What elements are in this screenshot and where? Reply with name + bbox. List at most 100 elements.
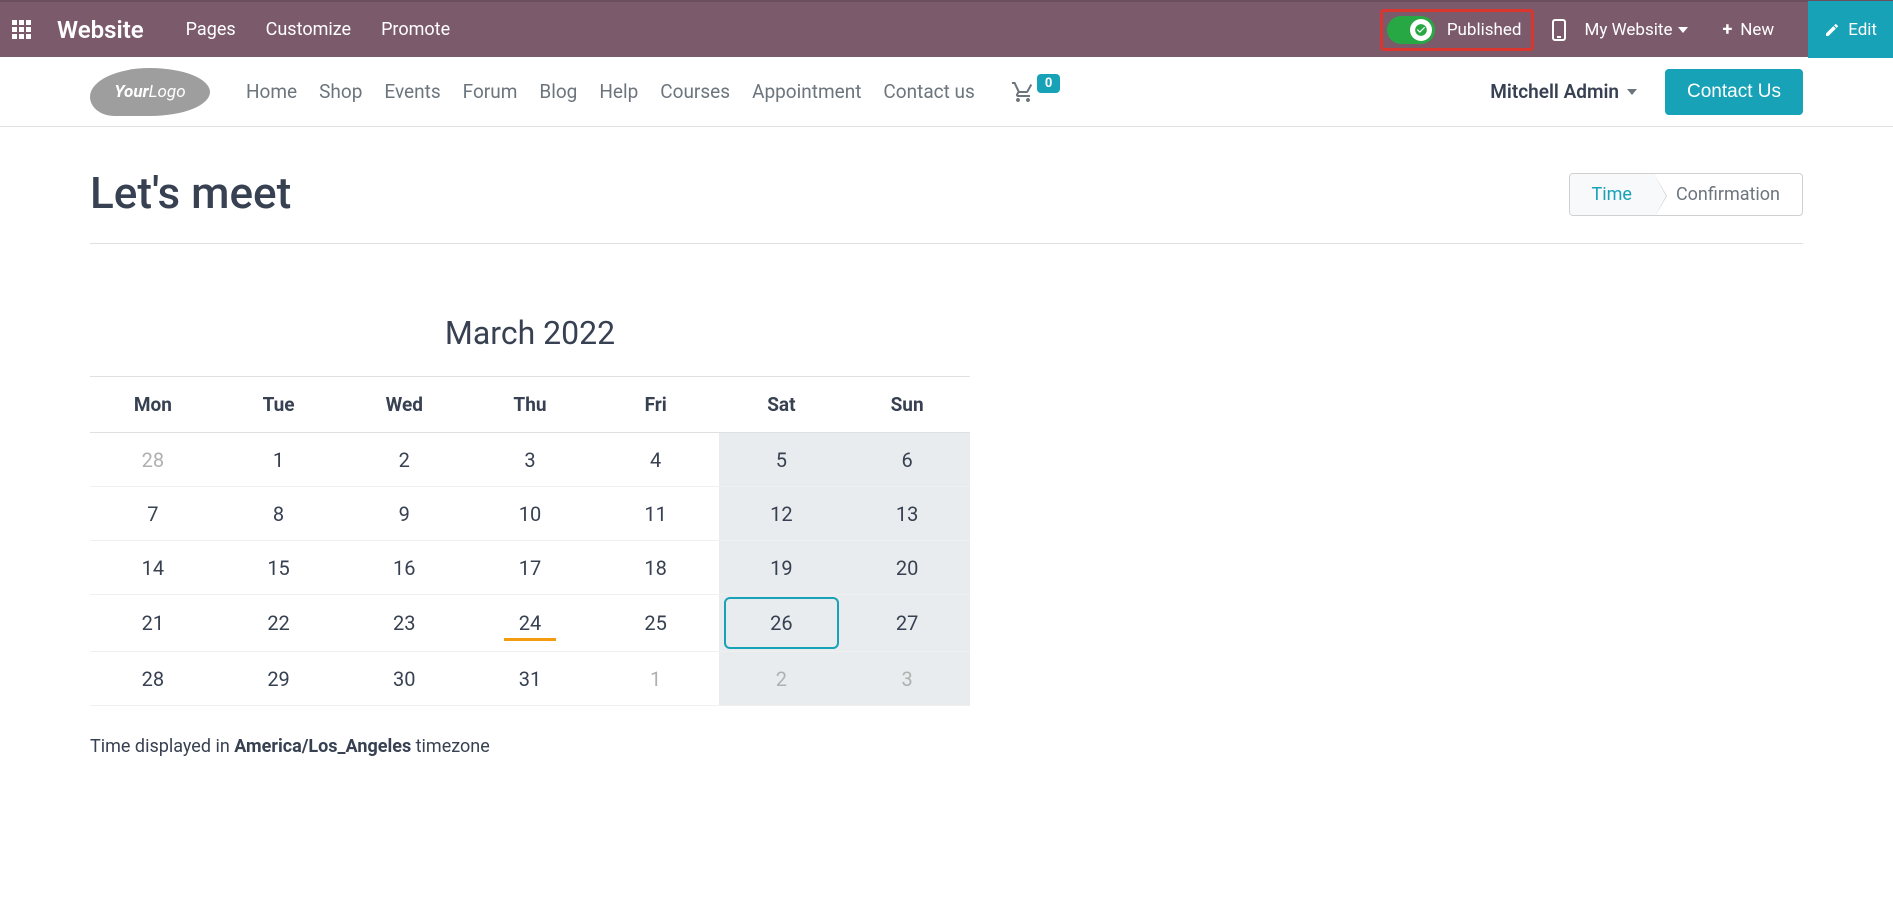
wizard-steps: Time Confirmation — [1569, 173, 1804, 216]
calendar-day[interactable]: 23 — [341, 595, 467, 652]
site-header: YourLogo Home Shop Events Forum Blog Hel… — [0, 57, 1893, 127]
topbar-nav-customize[interactable]: Customize — [266, 19, 351, 40]
timezone-text: Time displayed in America/Los_Angeles ti… — [90, 736, 1803, 757]
nav-events[interactable]: Events — [384, 80, 440, 103]
calendar-row: 14151617181920 — [90, 541, 970, 595]
calendar-day[interactable]: 10 — [467, 487, 593, 541]
calendar-day[interactable]: 5 — [719, 433, 845, 487]
weekday-fri: Fri — [593, 377, 719, 433]
published-toggle-highlight: Published — [1380, 9, 1535, 51]
mobile-preview-icon[interactable] — [1552, 19, 1566, 41]
calendar-day[interactable]: 8 — [216, 487, 342, 541]
calendar-day[interactable]: 12 — [719, 487, 845, 541]
calendar-day[interactable]: 11 — [593, 487, 719, 541]
calendar-day[interactable]: 28 — [90, 652, 216, 706]
calendar-day[interactable]: 27 — [844, 595, 970, 652]
new-button[interactable]: + New — [1706, 1, 1790, 58]
tz-suffix: timezone — [411, 736, 490, 757]
published-toggle[interactable] — [1387, 16, 1435, 44]
calendar-day[interactable]: 24 — [467, 595, 593, 652]
topbar-nav-promote[interactable]: Promote — [381, 19, 450, 40]
calendar-day[interactable]: 14 — [90, 541, 216, 595]
calendar-day[interactable]: 3 — [467, 433, 593, 487]
published-label: Published — [1447, 20, 1522, 40]
calendar-day[interactable]: 16 — [341, 541, 467, 595]
calendar-day[interactable]: 19 — [719, 541, 845, 595]
calendar-day[interactable]: 2 — [341, 433, 467, 487]
nav-shop[interactable]: Shop — [319, 80, 362, 103]
cart-button[interactable]: 0 — [1011, 80, 1060, 104]
website-selector-label: My Website — [1584, 20, 1672, 40]
step-confirmation[interactable]: Confirmation — [1654, 174, 1802, 215]
calendar-day[interactable]: 28 — [90, 433, 216, 487]
calendar-day[interactable]: 1 — [593, 652, 719, 706]
nav-help[interactable]: Help — [599, 80, 638, 103]
calendar-body: 2812345678910111213141516171819202122232… — [90, 433, 970, 706]
topbar-nav-pages[interactable]: Pages — [186, 19, 236, 40]
calendar-day[interactable]: 20 — [844, 541, 970, 595]
calendar-day[interactable]: 29 — [216, 652, 342, 706]
caret-down-icon — [1627, 89, 1637, 95]
calendar-row: 78910111213 — [90, 487, 970, 541]
nav-blog[interactable]: Blog — [539, 80, 577, 103]
site-nav: Home Shop Events Forum Blog Help Courses… — [246, 80, 975, 103]
website-editor-topbar: Website Pages Customize Promote Publishe… — [0, 0, 1893, 57]
weekday-wed: Wed — [341, 377, 467, 433]
weekday-tue: Tue — [216, 377, 342, 433]
calendar-row: 28123456 — [90, 433, 970, 487]
website-selector[interactable]: My Website — [1584, 20, 1688, 40]
calendar-day[interactable]: 15 — [216, 541, 342, 595]
calendar-day[interactable]: 25 — [593, 595, 719, 652]
calendar-month-title: March 2022 — [90, 314, 970, 377]
calendar-day[interactable]: 7 — [90, 487, 216, 541]
step-time[interactable]: Time — [1570, 174, 1654, 215]
calendar-table: Mon Tue Wed Thu Fri Sat Sun 281234567891… — [90, 377, 970, 706]
user-name: Mitchell Admin — [1490, 80, 1619, 103]
page-title: Let's meet — [90, 167, 291, 219]
weekday-mon: Mon — [90, 377, 216, 433]
apps-icon[interactable] — [12, 20, 31, 39]
weekday-sat: Sat — [719, 377, 845, 433]
new-label: New — [1740, 20, 1774, 40]
nav-forum[interactable]: Forum — [463, 80, 518, 103]
logo-logo: Logo — [149, 82, 186, 102]
calendar-day[interactable]: 18 — [593, 541, 719, 595]
header-right: Mitchell Admin Contact Us — [1490, 69, 1803, 115]
site-logo[interactable]: YourLogo — [90, 68, 210, 116]
caret-down-icon — [1678, 27, 1688, 33]
check-icon — [1410, 19, 1432, 41]
calendar-day[interactable]: 26 — [719, 595, 845, 652]
weekday-sun: Sun — [844, 377, 970, 433]
edit-button[interactable]: Edit — [1808, 1, 1893, 58]
calendar-day[interactable]: 13 — [844, 487, 970, 541]
brand-website[interactable]: Website — [57, 16, 144, 44]
nav-courses[interactable]: Courses — [660, 80, 730, 103]
topbar-left: Website Pages Customize Promote — [12, 16, 450, 44]
tz-name: America/Los_Angeles — [234, 736, 411, 757]
cart-icon — [1011, 80, 1035, 104]
calendar-day[interactable]: 17 — [467, 541, 593, 595]
calendar-day[interactable]: 1 — [216, 433, 342, 487]
nav-home[interactable]: Home — [246, 80, 297, 103]
pencil-icon — [1824, 22, 1840, 38]
calendar-day[interactable]: 21 — [90, 595, 216, 652]
calendar-day[interactable]: 4 — [593, 433, 719, 487]
topbar-right: Published My Website + New Edit — [1380, 1, 1881, 58]
calendar-day[interactable]: 6 — [844, 433, 970, 487]
user-menu[interactable]: Mitchell Admin — [1490, 80, 1637, 103]
calendar-day[interactable]: 3 — [844, 652, 970, 706]
calendar-day[interactable]: 22 — [216, 595, 342, 652]
topbar-nav: Pages Customize Promote — [186, 19, 450, 40]
nav-contact-us[interactable]: Contact us — [883, 80, 974, 103]
calendar-day[interactable]: 2 — [719, 652, 845, 706]
page-header: Let's meet Time Confirmation — [90, 167, 1803, 244]
calendar-day[interactable]: 30 — [341, 652, 467, 706]
calendar: March 2022 Mon Tue Wed Thu Fri Sat Sun 2… — [90, 314, 970, 706]
weekday-thu: Thu — [467, 377, 593, 433]
edit-label: Edit — [1848, 20, 1877, 40]
contact-us-button[interactable]: Contact Us — [1665, 69, 1803, 115]
nav-appointment[interactable]: Appointment — [752, 80, 861, 103]
cart-count-badge: 0 — [1037, 74, 1060, 93]
calendar-day[interactable]: 31 — [467, 652, 593, 706]
calendar-day[interactable]: 9 — [341, 487, 467, 541]
